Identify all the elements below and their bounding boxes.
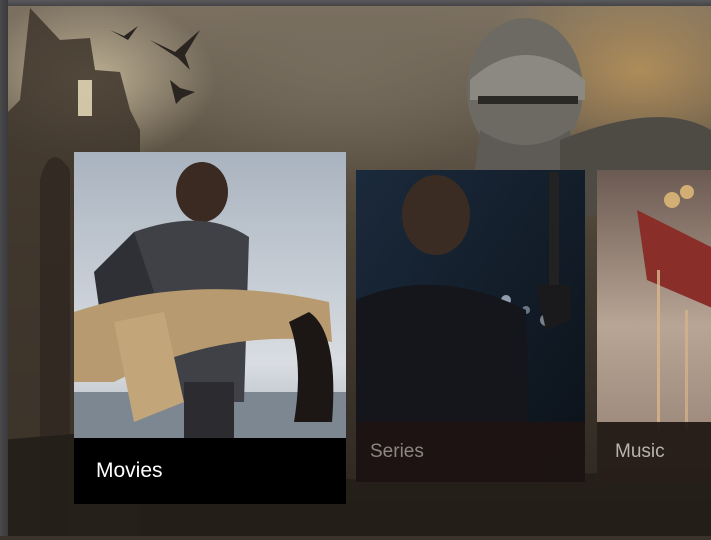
music-label-bar: Music xyxy=(597,422,711,482)
window-frame-left xyxy=(0,0,8,536)
menu-item-series[interactable]: Series xyxy=(356,170,585,482)
menu-item-series-label: Series xyxy=(370,441,424,462)
menu-item-movies[interactable]: Movies xyxy=(74,152,346,504)
menu-item-music[interactable]: Music xyxy=(597,170,711,482)
series-label-bar: Series xyxy=(356,422,585,482)
movies-label-bar: Movies xyxy=(74,438,346,504)
menu-item-music-label: Music xyxy=(615,441,665,462)
window-frame-top xyxy=(0,0,711,6)
menu-item-movies-label: Movies xyxy=(96,459,163,482)
